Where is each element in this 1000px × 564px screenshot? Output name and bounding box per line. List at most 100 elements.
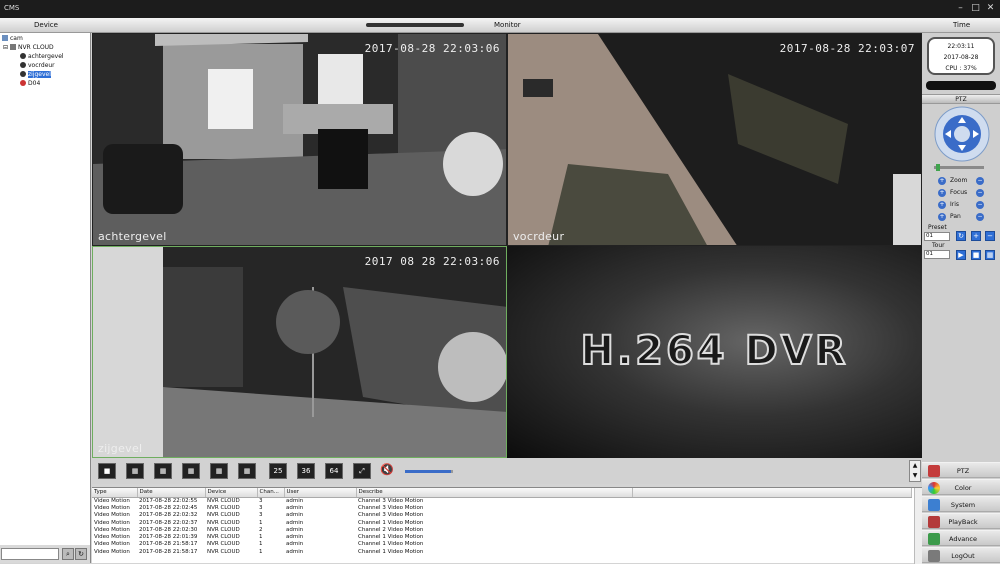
log-cell: Video Motion — [94, 497, 130, 504]
log-cell-spacer — [632, 541, 912, 548]
tree-channel-zijgevel[interactable]: zijgevel — [20, 71, 51, 79]
tree-channel-d04[interactable]: D04 — [20, 80, 40, 88]
color-wheel-icon — [928, 482, 940, 494]
log-col-device[interactable]: Device — [205, 488, 258, 498]
ptz-focus-row: + Focus − — [936, 188, 986, 198]
log-cell: 1 — [259, 519, 263, 526]
layout-toolbar: ■ ▦ ▦ ▦ ▦ ▦ 25 36 64 ⤢ 🔇 ▲ ▼ — [92, 458, 922, 484]
tree-search-input[interactable] — [1, 548, 59, 560]
ptz-speed-handle[interactable] — [936, 164, 940, 171]
log-cell: NVR CLOUD — [207, 526, 240, 533]
pan-stop-button[interactable]: − — [976, 213, 984, 221]
right-panel: 22:03:11 2017-08-28 CPU : 37% PTZ + Zoom… — [922, 33, 1000, 563]
log-cell: NVR CLOUD — [207, 512, 240, 519]
zoom-in-button[interactable]: + — [938, 177, 946, 185]
pan-start-button[interactable]: + — [938, 213, 946, 221]
log-row[interactable]: Video Motion 2017-08-28 22:02:55 NVR CLOUD… — [92, 497, 912, 504]
preset-goto-icon[interactable]: ↻ — [956, 231, 966, 241]
camera-view-3[interactable]: 2017 08 28 22:03:06 zijgevel — [92, 246, 507, 458]
log-cell: 1 — [259, 548, 263, 555]
preset-add-icon[interactable]: + — [971, 231, 981, 241]
tree-root[interactable]: cam — [2, 35, 23, 43]
tree-group[interactable]: ⊟ NVR CLOUD — [3, 44, 54, 52]
nav-playback-label: PlayBack — [948, 518, 978, 526]
camera-view-4[interactable]: H.264 DVR — [507, 246, 922, 458]
log-cell: NVR CLOUD — [207, 519, 240, 526]
log-cell: 2017-08-28 22:02:45 — [139, 504, 198, 511]
log-row[interactable]: Video Motion 2017-08-28 22:02:45 NVR CLOUD… — [92, 504, 912, 511]
log-cell: 2 — [259, 526, 263, 533]
preset-select[interactable]: 01 — [924, 232, 950, 241]
log-cell: admin — [286, 512, 304, 519]
nav-playback-button[interactable]: PlayBack — [922, 513, 1000, 529]
log-row[interactable]: Video Motion 2017-08-28 22:01:39 NVR CLOUD… — [92, 533, 912, 540]
log-row[interactable]: Video Motion 2017-08-28 21:58:17 NVR CLOUD… — [92, 548, 912, 555]
log-cell-spacer — [632, 497, 912, 504]
layout-6-button[interactable]: ▦ — [154, 463, 172, 479]
search-icon[interactable]: ⌕ — [62, 548, 74, 560]
log-row[interactable]: Video Motion 2017-08-28 21:58:17 NVR CLOUD… — [92, 541, 912, 548]
tree-channel-achtergevel[interactable]: achtergevel — [20, 53, 64, 61]
camera-2-timestamp: 2017-08-28 22:03:07 — [779, 42, 915, 55]
log-col-user[interactable]: User — [284, 488, 357, 498]
mute-speaker-icon[interactable]: 🔇 — [380, 463, 394, 476]
ptz-speed-slider[interactable] — [934, 166, 984, 169]
log-col-describe[interactable]: Describe — [356, 488, 633, 498]
minimize-icon[interactable]: – — [955, 3, 966, 14]
tour-grid-icon[interactable]: ▦ — [985, 250, 995, 260]
log-row[interactable]: Video Motion 2017-08-28 22:02:37 NVR CLOUD… — [92, 519, 912, 526]
nav-advance-button[interactable]: Advance — [922, 530, 1000, 546]
zoom-out-button[interactable]: − — [976, 177, 984, 185]
layout-8-button[interactable]: ▦ — [182, 463, 200, 479]
dvr-icon — [9, 44, 16, 50]
layout-16-button[interactable]: ▦ — [238, 463, 256, 479]
log-cell: Video Motion — [94, 541, 130, 548]
fullscreen-icon[interactable]: ⤢ — [353, 463, 371, 479]
layout-4-button[interactable]: ▦ — [126, 463, 144, 479]
grid-scroll-spinner[interactable]: ▲ ▼ — [909, 460, 921, 482]
focus-in-button[interactable]: + — [938, 189, 946, 197]
layout-64-button[interactable]: 64 — [325, 463, 343, 479]
log-row[interactable]: Video Motion 2017-08-28 22:02:32 NVR CLOUD… — [92, 512, 912, 519]
log-col-channel[interactable]: Chan... — [257, 488, 285, 498]
log-col-date[interactable]: Date — [137, 488, 206, 498]
iris-close-button[interactable]: − — [976, 201, 984, 209]
log-col-type[interactable]: Type — [92, 488, 138, 498]
log-row[interactable]: Video Motion 2017-08-28 22:02:30 NVR CLOUD… — [92, 526, 912, 533]
ptz-pan-row: + Pan − — [936, 212, 986, 222]
tree-channel-vocrdeur[interactable]: vocrdeur — [20, 62, 55, 70]
layout-1-button[interactable]: ■ — [98, 463, 116, 479]
refresh-icon[interactable]: ↻ — [75, 548, 87, 560]
layout-25-button[interactable]: 25 — [269, 463, 287, 479]
log-panel-splitter[interactable] — [366, 23, 464, 27]
log-cell: Channel 3 Video Motion — [358, 497, 424, 504]
ptz-direction-pad[interactable] — [934, 106, 990, 162]
nav-ptz-button[interactable]: PTZ — [922, 462, 1000, 478]
iris-open-button[interactable]: + — [938, 201, 946, 209]
nav-color-button[interactable]: Color — [922, 479, 1000, 495]
log-cell: Channel 1 Video Motion — [358, 548, 424, 555]
preset-label: Preset — [928, 224, 947, 231]
layout-9-button[interactable]: ▦ — [210, 463, 228, 479]
device-header: Device — [34, 21, 58, 29]
close-icon[interactable]: ✕ — [985, 3, 996, 14]
focus-out-button[interactable]: − — [976, 189, 984, 197]
ptz-iris-row: + Iris − — [936, 200, 986, 210]
log-scrollbar[interactable] — [914, 488, 922, 564]
log-cell: 2017-08-28 21:58:17 — [139, 541, 198, 548]
camera-view-1[interactable]: 2017-08-28 22:03:06 achtergevel — [92, 33, 507, 246]
nav-system-button[interactable]: System — [922, 496, 1000, 512]
tour-play-icon[interactable]: ▶ — [956, 250, 966, 260]
nav-logout-button[interactable]: LogOut — [922, 547, 1000, 563]
tour-select[interactable]: 01 — [924, 250, 950, 259]
camera-view-2[interactable]: 2017-08-28 22:03:07 vocrdeur — [507, 33, 922, 246]
clock-time: 22:03:11 — [947, 43, 975, 50]
preset-remove-icon[interactable]: − — [985, 231, 995, 241]
tour-stop-icon[interactable]: ■ — [971, 250, 981, 260]
maximize-icon[interactable]: □ — [970, 3, 981, 14]
log-cell: Channel 1 Video Motion — [358, 519, 424, 526]
pan-label: Pan — [950, 213, 961, 220]
event-log: Type Date Device Chan... User Describe V… — [92, 487, 922, 564]
collapse-icon[interactable]: ⊟ — [3, 44, 8, 51]
layout-36-button[interactable]: 36 — [297, 463, 315, 479]
